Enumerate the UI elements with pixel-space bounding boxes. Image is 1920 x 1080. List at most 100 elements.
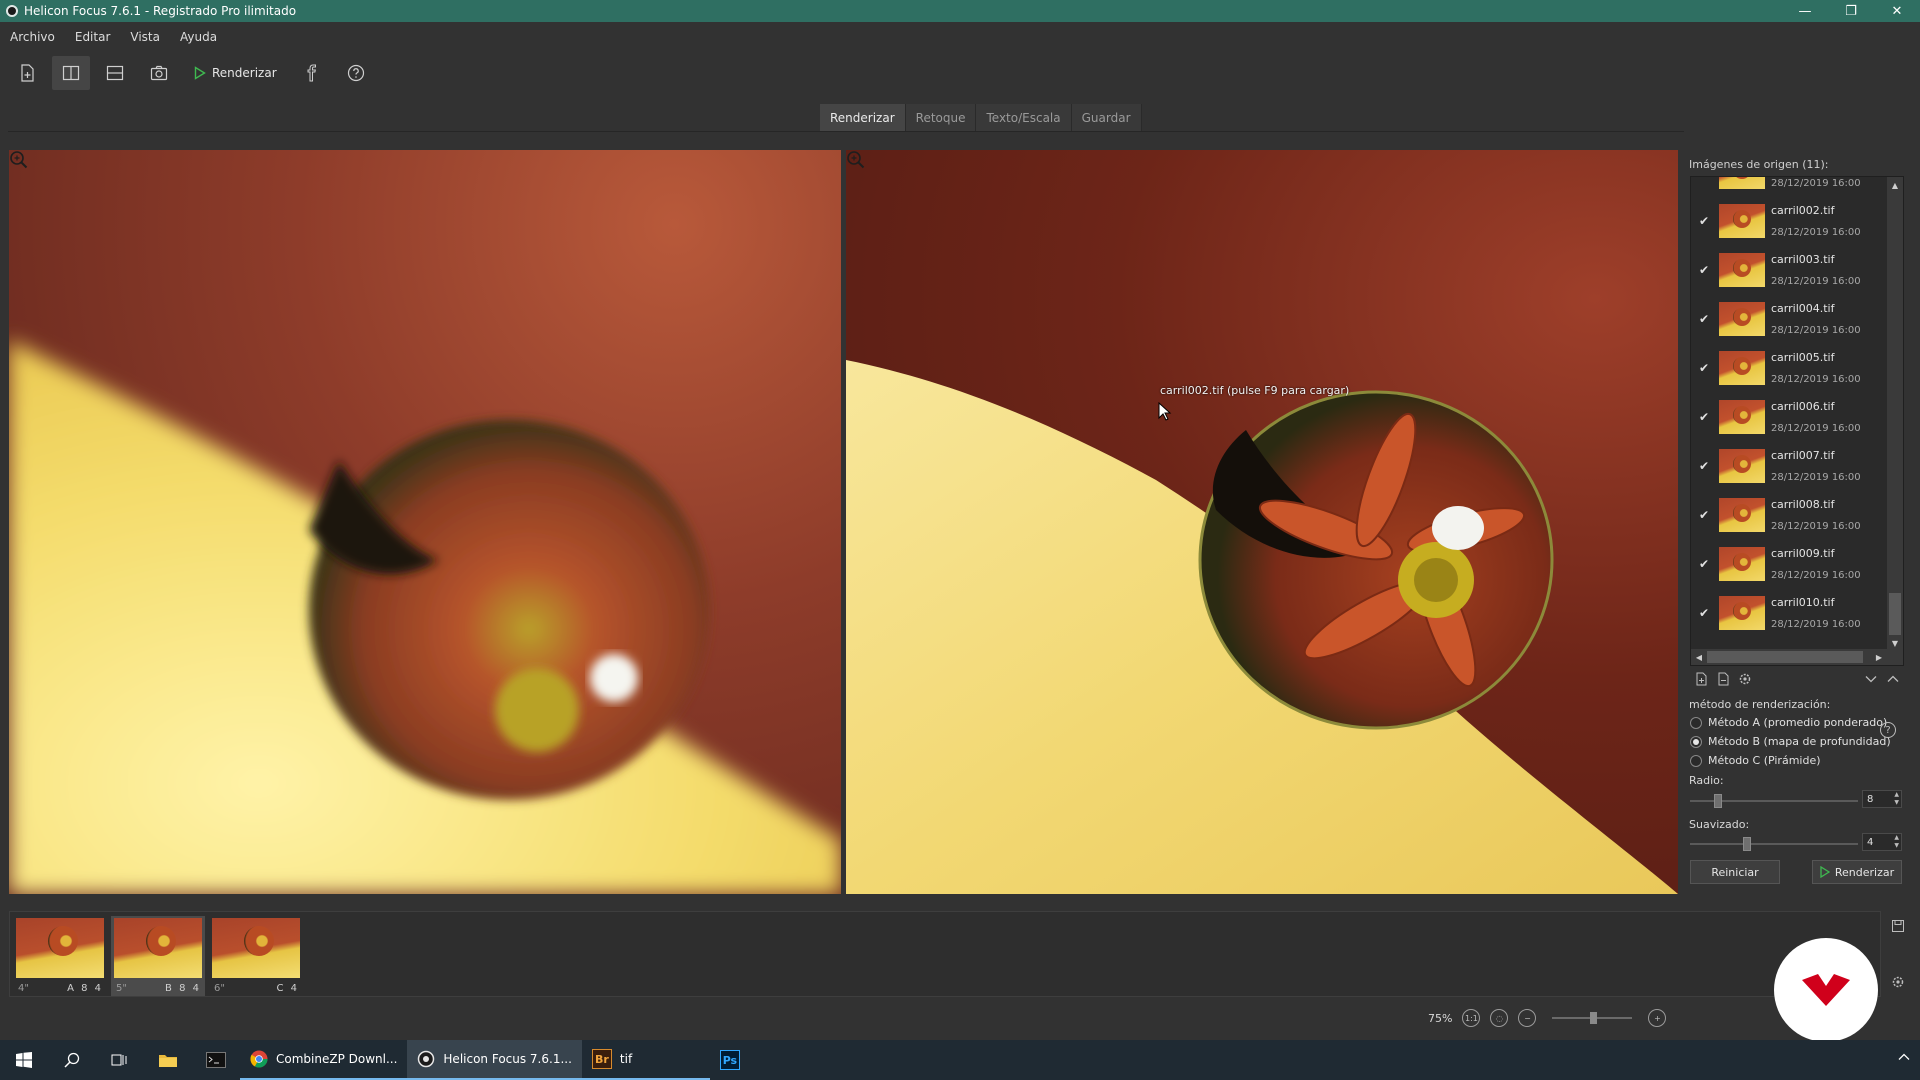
chevron-down-icon[interactable] [1860, 671, 1882, 687]
menu-vista[interactable]: Vista [120, 30, 170, 44]
chevron-up-icon[interactable] [1882, 671, 1904, 687]
render-button[interactable]: Renderizar [1812, 860, 1902, 884]
result-preview-pane[interactable] [846, 150, 1678, 894]
menu-editar[interactable]: Editar [65, 30, 121, 44]
thumbnail [1719, 301, 1765, 336]
list-item[interactable]: ✔ carril007.tif 28/12/2019 16:00 [1691, 441, 1881, 490]
menu-archivo[interactable]: Archivo [0, 30, 65, 44]
help-icon[interactable] [337, 56, 375, 90]
source-images-list[interactable]: 28/12/2019 16:00 ✔ carril002.tif 28/12/20… [1690, 176, 1904, 666]
smoothing-spinbox[interactable]: 4 ▲ ▼ [1862, 833, 1902, 851]
minimize-button[interactable]: — [1782, 0, 1828, 22]
menu-ayuda[interactable]: Ayuda [170, 30, 227, 44]
zoom-lens-icon[interactable] [9, 150, 29, 170]
zoom-slider-knob[interactable] [1590, 1012, 1598, 1024]
film-thumbnail[interactable]: 5" B 8 4 [111, 916, 205, 996]
actual-size-icon[interactable]: 1:1 [1462, 1009, 1481, 1027]
taskbar-app-chrome[interactable]: CombineZP Downl... [240, 1040, 408, 1080]
scroll-right-icon[interactable]: ▶ [1871, 649, 1887, 665]
checkbox[interactable]: ✔ [1697, 410, 1711, 424]
checkbox[interactable]: ✔ [1697, 361, 1711, 375]
checkbox[interactable]: ✔ [1697, 459, 1711, 473]
settings-gear-icon[interactable] [1734, 671, 1756, 687]
list-item[interactable]: ✔ carril008.tif 28/12/2019 16:00 [1691, 490, 1881, 539]
radio-method-a[interactable]: Método A (promedio ponderado) [1690, 716, 1887, 729]
list-item[interactable]: ✔ carril005.tif 28/12/2019 16:00 [1691, 343, 1881, 392]
settings-gear-icon[interactable] [1890, 974, 1906, 990]
radio-button[interactable] [1690, 754, 1702, 767]
list-item[interactable]: ✔ carril009.tif 28/12/2019 16:00 [1691, 539, 1881, 588]
tab-divider [8, 131, 1684, 132]
split-horizontal-icon[interactable] [96, 56, 134, 90]
scroll-up-icon[interactable]: ▲ [1887, 177, 1903, 193]
checkbox[interactable]: ✔ [1697, 606, 1711, 620]
list-item[interactable]: ✔ carril004.tif 28/12/2019 16:00 [1691, 294, 1881, 343]
tab-guardar[interactable]: Guardar [1071, 104, 1142, 132]
vertical-scrollbar[interactable]: ▲ ▼ [1887, 177, 1903, 651]
radio-label: Método C (Pirámide) [1708, 754, 1821, 767]
reset-button[interactable]: Reiniciar [1690, 860, 1780, 884]
list-item[interactable]: ✔ carril002.tif 28/12/2019 16:00 [1691, 196, 1881, 245]
taskbar-app-helicon[interactable]: Helicon Focus 7.6.1... [407, 1040, 582, 1080]
checkbox[interactable]: ✔ [1697, 508, 1711, 522]
film-thumbnail[interactable]: 6" C 4 [209, 916, 303, 996]
taskbar-app-photoshop[interactable]: Ps [710, 1040, 750, 1080]
radius-slider-knob[interactable] [1714, 794, 1722, 808]
checkbox[interactable]: ✔ [1697, 557, 1711, 571]
chevron-up-icon[interactable] [1898, 1050, 1910, 1064]
item-name: carril007.tif [1771, 448, 1835, 462]
tab-retoque[interactable]: Retoque [905, 104, 977, 132]
search-icon[interactable] [48, 1040, 96, 1080]
tab-renderizar[interactable]: Renderizar [820, 104, 906, 132]
new-file-icon[interactable] [8, 56, 46, 90]
radius-spinbox[interactable]: 8 ▲ ▼ [1862, 790, 1902, 808]
terminal-icon[interactable] [192, 1040, 240, 1080]
zoom-out-icon[interactable]: − [1518, 1009, 1537, 1027]
scrollbar-thumb[interactable] [1707, 651, 1863, 663]
item-name: carril010.tif [1771, 595, 1835, 609]
taskbar-app-bridge[interactable]: Br tif [581, 1040, 710, 1080]
radius-slider[interactable] [1690, 794, 1858, 808]
item-name: carril004.tif [1771, 301, 1835, 315]
close-button[interactable]: ✕ [1874, 0, 1920, 22]
add-file-icon[interactable] [1690, 671, 1712, 687]
source-preview-pane[interactable] [9, 150, 841, 894]
checkbox[interactable]: ✔ [1697, 214, 1711, 228]
radio-method-c[interactable]: Método C (Pirámide) [1690, 754, 1821, 767]
zoom-slider[interactable] [1552, 1012, 1633, 1024]
render-toolbar-button[interactable]: Renderizar [184, 56, 287, 90]
scroll-left-icon[interactable]: ◀ [1691, 649, 1707, 665]
smoothing-slider-knob[interactable] [1743, 837, 1751, 851]
checkbox[interactable]: ✔ [1697, 312, 1711, 326]
fit-to-screen-icon[interactable]: ◌ [1490, 1009, 1509, 1027]
zoom-lens-icon[interactable] [846, 150, 866, 170]
spin-arrows-icon[interactable]: ▲ ▼ [1894, 834, 1899, 850]
question-icon[interactable]: ? [1880, 722, 1896, 738]
save-icon[interactable] [1890, 918, 1906, 934]
list-item[interactable]: ✔ carril010.tif 28/12/2019 16:00 [1691, 588, 1881, 637]
list-item[interactable]: ✔ carril006.tif 28/12/2019 16:00 [1691, 392, 1881, 441]
task-view-icon[interactable] [96, 1040, 144, 1080]
zoom-in-icon[interactable]: + [1648, 1009, 1667, 1027]
horizontal-scrollbar[interactable]: ◀ ▶ [1691, 649, 1903, 665]
radio-button[interactable] [1690, 735, 1702, 748]
brand-logo [1774, 938, 1878, 1042]
maximize-button[interactable]: ❐ [1828, 0, 1874, 22]
spin-arrows-icon[interactable]: ▲ ▼ [1894, 791, 1899, 807]
remove-file-icon[interactable] [1712, 671, 1734, 687]
split-vertical-icon[interactable] [52, 56, 90, 90]
list-item[interactable]: 28/12/2019 16:00 [1691, 177, 1881, 196]
list-item[interactable]: ✔ carril003.tif 28/12/2019 16:00 [1691, 245, 1881, 294]
checkbox[interactable]: ✔ [1697, 263, 1711, 277]
window-title: Helicon Focus 7.6.1 - Registrado Pro ili… [24, 4, 297, 18]
smoothing-slider[interactable] [1690, 837, 1858, 851]
camera-icon[interactable] [140, 56, 178, 90]
radio-method-b[interactable]: Método B (mapa de profundidad) [1690, 735, 1891, 748]
file-explorer-icon[interactable] [144, 1040, 192, 1080]
windows-start-icon[interactable] [0, 1040, 48, 1080]
scrollbar-thumb[interactable] [1889, 593, 1901, 635]
facebook-icon[interactable] [293, 56, 331, 90]
tab-texto-escala[interactable]: Texto/Escala [976, 104, 1072, 132]
radio-button[interactable] [1690, 716, 1702, 729]
film-thumbnail[interactable]: 4" A 8 4 [13, 916, 107, 996]
